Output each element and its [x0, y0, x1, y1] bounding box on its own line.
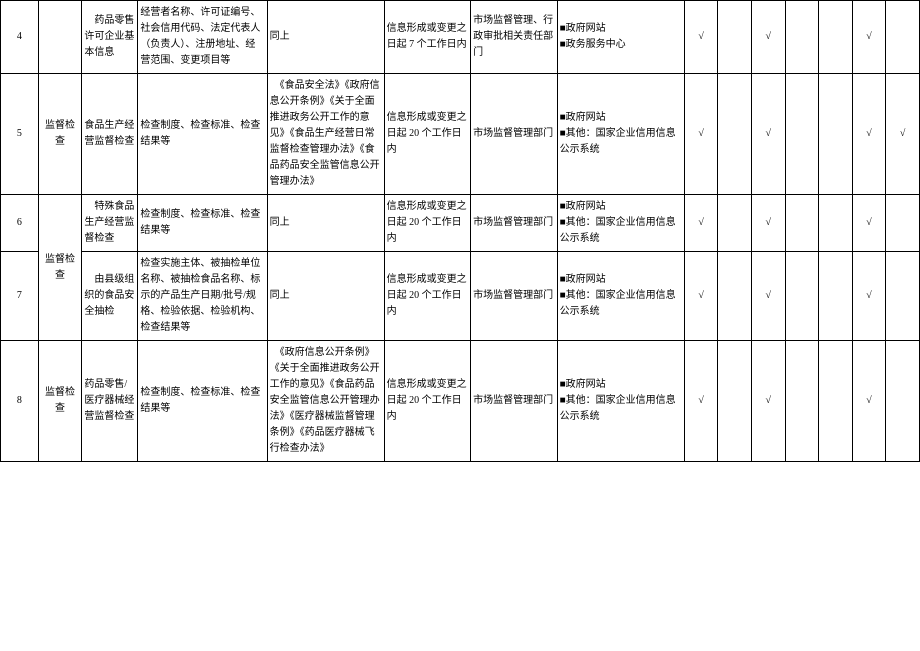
disclosure-table: 4 药品零售许可企业基本信息经营者名称、许可证编号、社会信用代码、法定代表人（负…	[0, 0, 920, 462]
table-row: 6监督检查 特殊食品生产经营监督检查检查制度、检查标准、检查结果等同上信息形成或…	[1, 195, 920, 252]
table-row: 4 药品零售许可企业基本信息经营者名称、许可证编号、社会信用代码、法定代表人（负…	[1, 1, 920, 74]
table-row: 5监督检查食品生产经营监督检查检查制度、检查标准、检查结果等 《食品安全法》《政…	[1, 74, 920, 195]
table-row: 8监督检查药品零售/医疗器械经营监督检查检查制度、检查标准、检查结果等 《政府信…	[1, 341, 920, 462]
table-row: 7 由县级组织的食品安全抽检检查实施主体、被抽检单位名称、被抽检食品名称、标示的…	[1, 252, 920, 341]
